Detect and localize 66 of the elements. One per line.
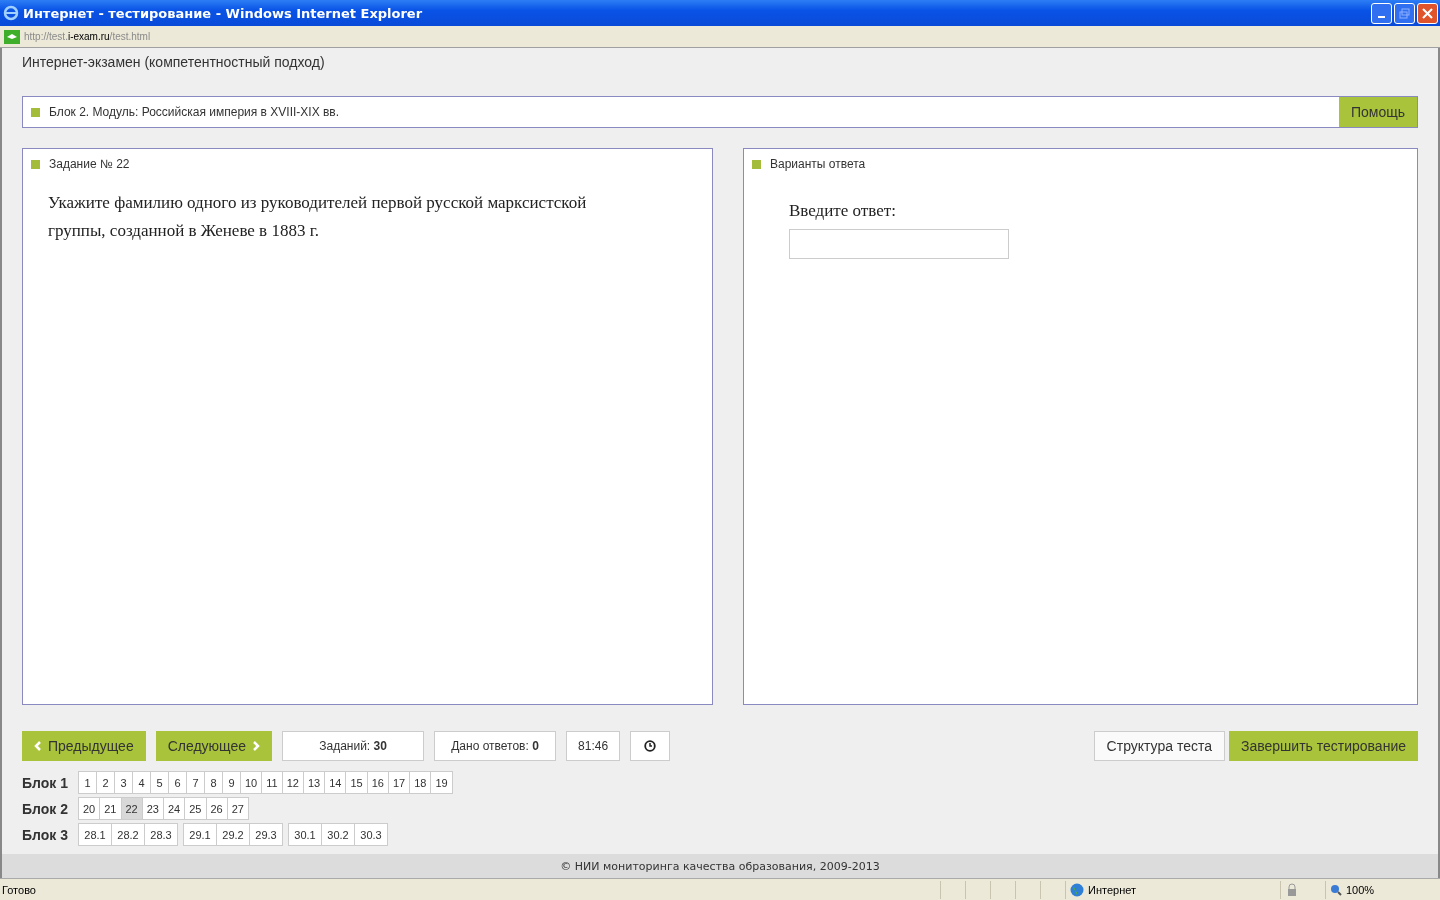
question-number[interactable]: 30.2 <box>321 823 355 846</box>
square-icon <box>752 159 761 169</box>
question-number[interactable]: 26 <box>205 797 228 820</box>
question-number[interactable]: 20 <box>78 797 101 820</box>
panel-title: Задание № 22 <box>49 157 131 171</box>
question-number[interactable]: 29.2 <box>216 823 250 846</box>
window-title: Интернет - тестирование - Windows Internet Explorer <box>23 5 424 21</box>
zoom-level[interactable]: 100% <box>1346 883 1375 896</box>
question-number[interactable]: 15 <box>345 771 368 794</box>
globe-icon <box>1070 882 1084 897</box>
footer-text: © НИИ мониторинга качества образования, 2009-2013 <box>2 854 1438 878</box>
help-button[interactable]: Помощь <box>1338 97 1417 127</box>
question-number[interactable]: 27 <box>226 797 249 820</box>
question-number[interactable]: 10 <box>240 771 263 794</box>
question-number[interactable]: 18 <box>409 771 432 794</box>
timer: 81:46 <box>566 731 621 761</box>
browser-icon <box>3 5 19 21</box>
previous-button[interactable]: Предыдущее <box>22 731 146 761</box>
zone-text: Интернет <box>1088 883 1136 896</box>
question-number[interactable]: 29.3 <box>249 823 283 846</box>
question-number[interactable]: 30.3 <box>354 823 388 846</box>
structure-button[interactable]: Структура теста <box>1093 731 1225 761</box>
clock-icon <box>644 740 657 752</box>
block-label: Блок 1 <box>22 774 69 791</box>
question-number[interactable]: 14 <box>324 771 347 794</box>
question-number[interactable]: 16 <box>366 771 389 794</box>
panel-title: Варианты ответа <box>770 157 867 171</box>
question-number[interactable]: 25 <box>184 797 207 820</box>
square-icon <box>31 107 40 117</box>
status-text: Готово <box>1 883 37 896</box>
question-number[interactable]: 30.1 <box>288 823 322 846</box>
lock-icon <box>1285 882 1299 897</box>
maximize-button[interactable] <box>1394 2 1415 24</box>
block-label: Блок 2 <box>22 800 69 817</box>
close-icon <box>1422 7 1433 19</box>
chevron-left-icon <box>34 741 42 751</box>
restore-icon <box>1399 7 1410 19</box>
question-number[interactable]: 29.1 <box>183 823 217 846</box>
question-number[interactable]: 28.1 <box>78 823 112 846</box>
next-button[interactable]: Следующее <box>155 731 273 761</box>
clock-button[interactable] <box>630 731 671 761</box>
block-label: Блок 3 <box>22 826 69 843</box>
question-number[interactable]: 22 <box>120 797 143 820</box>
minimize-icon <box>1378 16 1385 18</box>
answers-count: Дано ответов: 0 <box>434 731 557 761</box>
address-text: http://test.i-exam.ru/test.html <box>24 31 151 42</box>
chevron-right-icon <box>252 741 261 751</box>
square-icon <box>31 159 40 169</box>
question-number[interactable]: 12 <box>281 771 304 794</box>
question-number[interactable]: 24 <box>163 797 186 820</box>
page-header: Интернет-экзамен (компетентностный подход) <box>22 54 326 72</box>
question-number[interactable]: 28.2 <box>111 823 145 846</box>
module-title: Блок 2. Модуль: Российская империя в XVIII-XIX вв. <box>49 105 341 119</box>
finish-button[interactable]: Завершить тестирование <box>1229 731 1418 761</box>
minimize-button[interactable] <box>1371 2 1392 24</box>
answer-prompt: Введите ответ: <box>789 201 897 221</box>
question-number[interactable]: 21 <box>99 797 122 820</box>
close-button[interactable] <box>1417 2 1438 24</box>
answer-field[interactable] <box>789 229 1009 259</box>
question-number[interactable]: 28.3 <box>144 823 178 846</box>
tasks-count: Заданий: 30 <box>282 731 425 761</box>
page-icon <box>4 29 20 44</box>
zoom-icon <box>1330 883 1342 896</box>
question-number[interactable]: 19 <box>430 771 453 794</box>
question-number[interactable]: 11 <box>261 771 283 794</box>
task-text: Укажите фамилию одного из руководителей первой русской марксистской группы, созданной в Женеве в 1883 г. <box>48 192 588 242</box>
